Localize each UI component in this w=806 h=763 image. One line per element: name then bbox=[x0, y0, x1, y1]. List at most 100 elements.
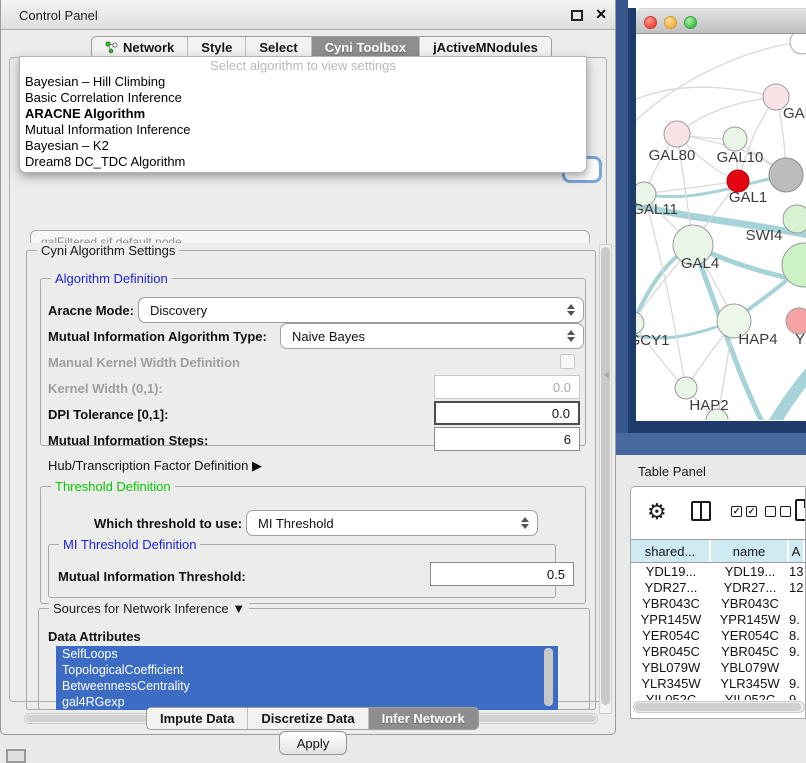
attribute-item[interactable]: BetweennessCentrality bbox=[56, 678, 558, 694]
network-node-hap2[interactable] bbox=[675, 377, 697, 399]
network-edge[interactable] bbox=[766, 368, 806, 420]
table-horizontal-scrollbar-thumb[interactable] bbox=[635, 703, 801, 711]
dpi-tolerance-field[interactable]: 0.0 bbox=[434, 401, 580, 425]
zoom-traffic-light[interactable] bbox=[684, 16, 697, 29]
network-node-gal80[interactable] bbox=[664, 121, 690, 147]
table-cell[interactable]: YIL052C bbox=[711, 691, 789, 700]
mi-type-combo[interactable]: Naive Bayes bbox=[280, 323, 584, 349]
table-cell[interactable]: YBL079W bbox=[631, 659, 711, 675]
table-cell[interactable]: YDR27... bbox=[631, 579, 711, 595]
manual-kernel-checkbox[interactable] bbox=[560, 354, 575, 369]
table-cell[interactable]: YLR345W bbox=[631, 675, 711, 691]
attribute-item[interactable]: SelfLoops bbox=[56, 646, 558, 662]
tab-impute-data[interactable]: Impute Data bbox=[147, 708, 247, 729]
algorithm-item[interactable]: Bayesian – K2 bbox=[20, 138, 586, 154]
table-cell[interactable]: YER054C bbox=[631, 627, 711, 643]
table-selector-combo-fragment[interactable]: galFiltered.sif default node bbox=[30, 230, 590, 243]
table-cell[interactable] bbox=[789, 659, 805, 675]
algorithm-item[interactable]: Bayesian – Hill Climbing bbox=[20, 74, 586, 90]
attributes-scrollbar-thumb[interactable] bbox=[544, 648, 553, 706]
tab-infer-network[interactable]: Infer Network bbox=[368, 708, 478, 729]
algorithm-item[interactable]: Mutual Information Inference bbox=[20, 122, 586, 138]
splitter-collapse-handle[interactable] bbox=[604, 371, 609, 379]
table-row[interactable]: YDL19...YDL19...13 bbox=[631, 563, 805, 579]
data-attributes-list[interactable]: SelfLoopsTopologicalCoefficientBetweenne… bbox=[56, 646, 558, 710]
table-row[interactable]: YPR145WYPR145W9. bbox=[631, 611, 805, 627]
column-header-name[interactable]: name bbox=[711, 540, 789, 562]
algorithm-item[interactable]: Basic Correlation Inference bbox=[20, 90, 586, 106]
table-row[interactable]: YER054CYER054C8. bbox=[631, 627, 805, 643]
deselect-all-columns-icon[interactable] bbox=[765, 506, 791, 517]
table-cell[interactable]: 12 bbox=[789, 579, 805, 595]
table-cell[interactable]: YDL19... bbox=[711, 563, 789, 579]
table-cell[interactable]: YLR345W bbox=[711, 675, 789, 691]
network-node[interactable] bbox=[790, 34, 806, 54]
tab-cyni-toolbox[interactable]: Cyni Toolbox bbox=[311, 37, 419, 58]
hub-definition-label[interactable]: Hub/Transcription Factor Definition ▶ bbox=[48, 458, 262, 474]
network-node-swi4[interactable] bbox=[783, 205, 806, 233]
table-cell[interactable]: 8. bbox=[789, 627, 805, 643]
table-cell[interactable]: YDL19... bbox=[631, 563, 711, 579]
network-edge[interactable] bbox=[644, 181, 738, 194]
select-all-columns-icon[interactable]: ✓ ✓ bbox=[731, 506, 757, 517]
settings-vertical-scrollbar[interactable] bbox=[599, 244, 612, 714]
network-window-titlebar[interactable] bbox=[636, 8, 806, 34]
table-cell[interactable]: YBR043C bbox=[711, 595, 789, 611]
column-header-clipped[interactable]: A bbox=[789, 540, 805, 562]
minimize-traffic-light[interactable] bbox=[664, 16, 677, 29]
control-panel-titlebar[interactable]: Control Panel ✕ bbox=[1, 0, 615, 30]
tab-select[interactable]: Select bbox=[245, 37, 310, 58]
table-cell[interactable]: 13 bbox=[789, 563, 805, 579]
table-cell[interactable]: 9. bbox=[789, 643, 805, 659]
tab-network[interactable]: Network bbox=[92, 37, 187, 58]
tab-style[interactable]: Style bbox=[187, 37, 245, 58]
table-cell[interactable]: 9 bbox=[789, 691, 805, 700]
minimized-panel-icon[interactable] bbox=[6, 749, 26, 763]
algorithm-item[interactable]: Dream8 DC_TDC Algorithm bbox=[20, 154, 586, 170]
table-cell[interactable] bbox=[789, 595, 805, 611]
table-row[interactable]: YLR345WYLR345W9. bbox=[631, 675, 805, 691]
table-cell[interactable]: YBR045C bbox=[631, 643, 711, 659]
tab-discretize-data[interactable]: Discretize Data bbox=[247, 708, 367, 729]
table-cell[interactable]: 9. bbox=[789, 611, 805, 627]
columns-icon[interactable] bbox=[691, 501, 711, 521]
table-cell[interactable]: YIL052C bbox=[631, 691, 711, 700]
close-traffic-light[interactable] bbox=[644, 16, 657, 29]
kernel-width-field[interactable]: 0.0 bbox=[434, 375, 580, 399]
network-node-gal10[interactable] bbox=[723, 127, 747, 151]
close-icon[interactable]: ✕ bbox=[595, 6, 607, 23]
table-row[interactable]: YDR27...YDR27...12 bbox=[631, 579, 805, 595]
which-threshold-combo[interactable]: MI Threshold bbox=[246, 510, 538, 536]
table-cell[interactable]: YBL079W bbox=[711, 659, 789, 675]
table-row[interactable]: YBR043CYBR043C bbox=[631, 595, 805, 611]
tab-jactivemnodules[interactable]: jActiveMNodules bbox=[419, 37, 551, 58]
table-row[interactable]: YBL079WYBL079W bbox=[631, 659, 805, 675]
mi-steps-field[interactable]: 6 bbox=[434, 427, 580, 451]
network-canvas[interactable]: GALGAL80GAL10GAL1GAL11SWI4GAL4GCY1HAP4YH… bbox=[636, 34, 806, 420]
mi-threshold-field[interactable]: 0.5 bbox=[430, 562, 574, 586]
settings-vertical-scrollbar-thumb[interactable] bbox=[601, 247, 610, 705]
table-row[interactable]: YBR045CYBR045C9. bbox=[631, 643, 805, 659]
algorithm-item[interactable]: ARACNE Algorithm bbox=[20, 106, 586, 122]
table-cell[interactable]: YBR043C bbox=[631, 595, 711, 611]
float-window-icon[interactable] bbox=[571, 10, 583, 21]
network-edge[interactable] bbox=[677, 97, 776, 134]
apply-button[interactable]: Apply bbox=[279, 731, 347, 755]
table-cell[interactable]: YDR27... bbox=[711, 579, 789, 595]
table-cell[interactable]: YPR145W bbox=[711, 611, 789, 627]
attribute-item[interactable]: TopologicalCoefficient bbox=[56, 662, 558, 678]
aracne-mode-combo[interactable]: Discovery bbox=[138, 297, 584, 323]
network-node-gcy1[interactable] bbox=[636, 312, 644, 334]
table-horizontal-scrollbar[interactable] bbox=[633, 701, 805, 713]
table-cell[interactable]: YPR145W bbox=[631, 611, 711, 627]
table-cell[interactable]: YBR045C bbox=[711, 643, 789, 659]
table-row[interactable]: YIL052CYIL052C9 bbox=[631, 691, 805, 700]
collapse-arrow-icon[interactable]: ▼ bbox=[232, 601, 245, 616]
sources-title[interactable]: Sources for Network Inference ▼ bbox=[49, 601, 249, 616]
gear-icon[interactable]: ⚙ bbox=[647, 499, 667, 525]
network-node[interactable] bbox=[769, 158, 803, 192]
table-cell[interactable]: 9. bbox=[789, 675, 805, 691]
table-cell[interactable]: YER054C bbox=[711, 627, 789, 643]
column-header-shared-name[interactable]: shared... bbox=[631, 540, 711, 562]
export-table-icon[interactable] bbox=[795, 499, 806, 521]
